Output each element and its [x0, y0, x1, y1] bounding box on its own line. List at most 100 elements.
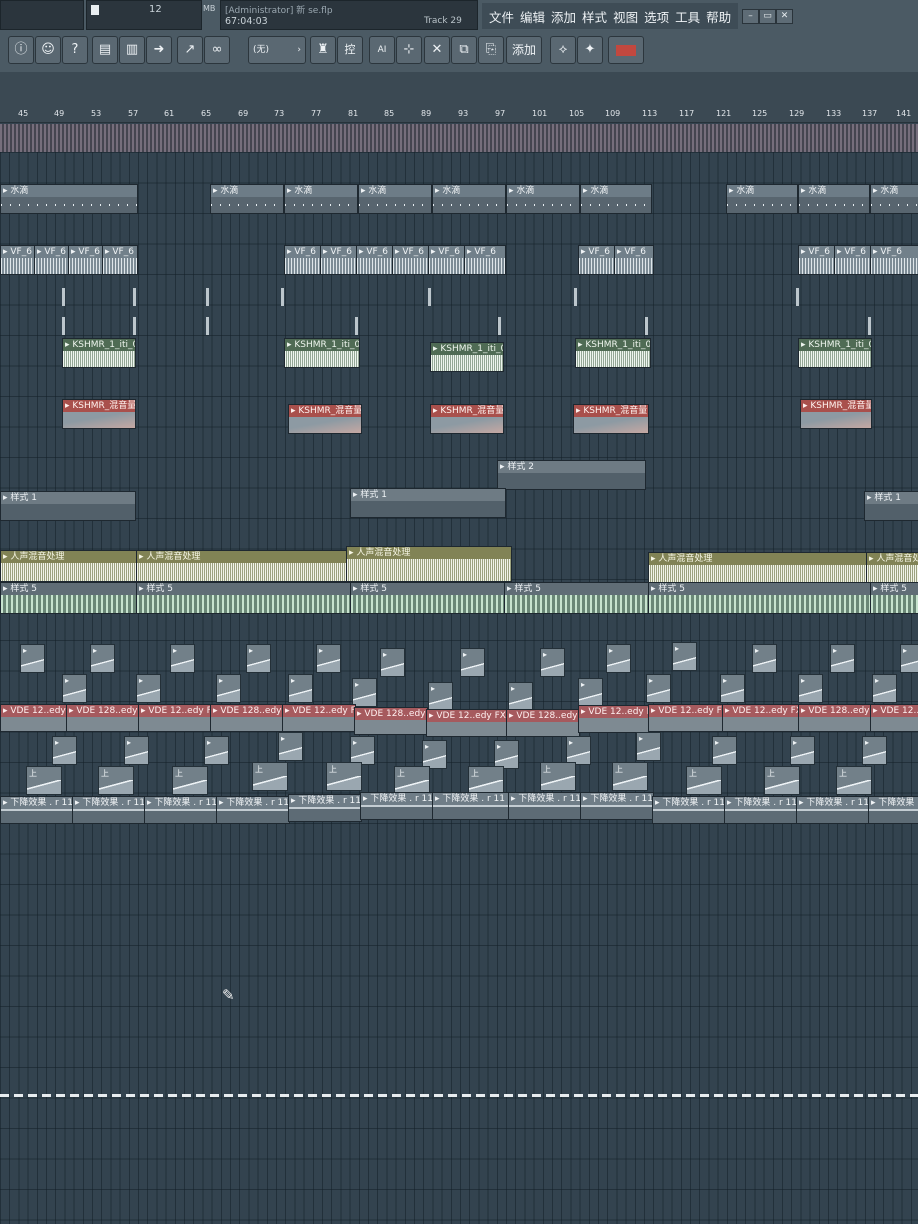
clip-vde[interactable]: ▸ VDE 128..edy FX	[798, 704, 872, 732]
arrow-right-icon[interactable]: ➜	[146, 36, 172, 64]
clip-up[interactable]: 上	[172, 766, 208, 795]
short-clip[interactable]	[206, 288, 209, 306]
clip-oneshot[interactable]: ▸	[606, 644, 631, 673]
clip-oneshot[interactable]: ▸	[672, 642, 697, 671]
clip-vde[interactable]: ▸ VDE 128..edy FX	[210, 704, 284, 732]
clip-oneshot[interactable]: ▸	[712, 736, 737, 765]
clip-pattern-5[interactable]: ▸ 样式 5	[870, 582, 918, 614]
clip-down-effect[interactable]: ▸ 下降效果 . r 11	[432, 792, 510, 820]
clip-vf[interactable]: ▸ VF_6	[834, 245, 872, 275]
clip-up[interactable]: 上	[252, 762, 288, 791]
clip-oneshot[interactable]: ▸	[566, 736, 591, 765]
audio-icon[interactable]: AI	[369, 36, 395, 64]
clip-water[interactable]: ▸ 水滴	[0, 184, 138, 214]
clip-vocal[interactable]: ▸ 人声混音处理	[648, 552, 868, 584]
clip-oneshot[interactable]: ▸	[288, 674, 313, 703]
clip-vf[interactable]: ▸ VF_6	[464, 245, 506, 275]
clip-oneshot[interactable]: ▸	[350, 736, 375, 765]
clip-up[interactable]: 上	[98, 766, 134, 795]
clip-up[interactable]: 上	[326, 762, 362, 791]
clip-water[interactable]: ▸ 水滴	[284, 184, 358, 214]
snap-icon[interactable]: ↗	[177, 36, 203, 64]
short-clip[interactable]	[574, 288, 577, 306]
clip-oneshot[interactable]: ▸	[422, 740, 447, 769]
short-clip[interactable]	[355, 317, 358, 335]
chat-icon[interactable]: ☺	[35, 36, 61, 64]
clip-vf[interactable]: ▸ VF_6	[392, 245, 430, 275]
short-clip[interactable]	[133, 317, 136, 335]
clip-oneshot[interactable]: ▸	[90, 644, 115, 673]
clip-vde[interactable]: ▸ VDE 12..edy FX	[722, 704, 800, 732]
clip-oneshot[interactable]: ▸	[278, 732, 303, 761]
clip-oneshot[interactable]: ▸	[646, 674, 671, 703]
clip-vf[interactable]: ▸ VF_6	[614, 245, 654, 275]
clip-down-effect[interactable]: ▸ 下降效果 . r 11	[0, 796, 74, 824]
clip-oneshot[interactable]: ▸	[136, 674, 161, 703]
clip-kshmr[interactable]: ▸ KSHMR_1_iti_04	[62, 338, 136, 368]
clip-vf[interactable]: ▸ VF_6	[578, 245, 616, 275]
waveform-icon[interactable]: ⟡	[550, 36, 576, 64]
stamp-icon[interactable]: ♜	[310, 36, 336, 64]
short-clip[interactable]	[498, 317, 501, 335]
clip-vde[interactable]: ▸ VDE 128..edy FX	[354, 707, 428, 735]
clip-kshmr-fx[interactable]: ▸ KSHMR_混音量	[573, 404, 649, 434]
clip-vde[interactable]: ▸ VDE 128..edy FX	[66, 704, 140, 732]
short-clip[interactable]	[62, 317, 65, 335]
clip-water[interactable]: ▸ 水滴	[726, 184, 798, 214]
menu-patterns[interactable]: 样式	[579, 7, 610, 26]
clip-pattern-1[interactable]: ▸ 样式 1	[0, 491, 136, 521]
menu-view[interactable]: 视图	[610, 7, 641, 26]
control-button[interactable]: 控	[337, 36, 363, 64]
clip-up[interactable]: 上	[468, 766, 504, 795]
menu-options[interactable]: 选项	[641, 7, 672, 26]
clip-oneshot[interactable]: ▸	[316, 644, 341, 673]
clip-water[interactable]: ▸ 水滴	[358, 184, 432, 214]
playlist-icon[interactable]: ▤	[92, 36, 118, 64]
clip-pattern-5[interactable]: ▸ 样式 5	[504, 582, 650, 614]
menu-file[interactable]: 文件	[486, 7, 517, 26]
clip-oneshot[interactable]: ▸	[636, 732, 661, 761]
menu-help[interactable]: 帮助	[703, 7, 734, 26]
clip-up[interactable]: 上	[26, 766, 62, 795]
short-clip[interactable]	[868, 317, 871, 335]
clip-oneshot[interactable]: ▸	[872, 674, 897, 703]
clip-down-effect[interactable]: ▸ 下降效果 . r 11	[144, 796, 218, 824]
clip-kshmr[interactable]: ▸ KSHMR_1_iti_04	[284, 338, 360, 368]
clip-kshmr-fx[interactable]: ▸ KSHMR_混音量	[800, 399, 872, 429]
short-clip[interactable]	[206, 317, 209, 335]
clip-down-effect[interactable]: ▸ 下降效果 . r 11	[796, 796, 870, 824]
clip-vf[interactable]: ▸ VF_6	[0, 245, 36, 275]
clip-down-effect[interactable]: ▸ 下降效果 . r 11	[216, 796, 290, 824]
slice-icon[interactable]: ⊹	[396, 36, 422, 64]
short-clip[interactable]	[281, 288, 284, 306]
clip-kshmr-fx[interactable]: ▸ KSHMR_混音量	[288, 404, 362, 434]
clip-vf[interactable]: ▸ VF_6	[102, 245, 138, 275]
clip-oneshot[interactable]: ▸	[790, 736, 815, 765]
clip-oneshot[interactable]: ▸	[508, 682, 533, 711]
clip-oneshot[interactable]: ▸	[380, 648, 405, 677]
clip-vf[interactable]: ▸ VF_6	[34, 245, 70, 275]
short-clip[interactable]	[796, 288, 799, 306]
clip-pattern-1[interactable]: ▸ 样式 1	[864, 491, 918, 521]
playlist-grid[interactable]: ▸ 水滴 ▸ 水滴 ▸ 水滴 ▸ 水滴 ▸ 水滴 ▸ 水滴 ▸ 水滴 ▸ 水滴 …	[0, 152, 918, 1224]
clip-oneshot[interactable]: ▸	[352, 678, 377, 707]
clip-pattern-5[interactable]: ▸ 样式 5	[136, 582, 352, 614]
restore-button[interactable]: ▭	[759, 9, 776, 24]
clip-kshmr[interactable]: ▸ KSHMR_1_iti_04	[798, 338, 872, 368]
clip-vf[interactable]: ▸ VF_6	[428, 245, 466, 275]
clip-up[interactable]: 上	[764, 766, 800, 795]
link-icon[interactable]: ∞	[204, 36, 230, 64]
clip-oneshot[interactable]: ▸	[578, 678, 603, 707]
clip-oneshot[interactable]: ▸	[460, 648, 485, 677]
clip-vde[interactable]: ▸ VDE 12..edy FX	[578, 705, 650, 733]
clip-down-effect[interactable]: ▸ 下降效果 . r 11	[72, 796, 146, 824]
clip-oneshot[interactable]: ▸	[862, 736, 887, 765]
clip-oneshot[interactable]: ▸	[204, 736, 229, 765]
clip-up[interactable]: 上	[394, 766, 430, 795]
clip-pattern-5[interactable]: ▸ 样式 5	[648, 582, 872, 614]
clip-oneshot[interactable]: ▸	[170, 644, 195, 673]
clip-down-effect[interactable]: ▸ 下降效果 . r 11	[580, 792, 654, 820]
record-indicator[interactable]	[608, 36, 644, 64]
clip-oneshot[interactable]: ▸	[62, 674, 87, 703]
info-icon[interactable]: ⓘ	[8, 36, 34, 64]
